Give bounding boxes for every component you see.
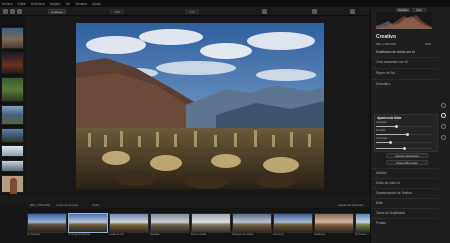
panel-section[interactable]: Estilo de color AI [376,181,400,185]
palette-icon[interactable] [441,113,446,118]
histogram [376,12,432,29]
file-meta: 3000 [425,42,432,46]
preset-label: AI Image Enhancer [68,233,91,236]
preset-title: Creativo [376,34,397,40]
divider [372,168,438,169]
section-title[interactable]: Apariencia Mate [377,116,401,120]
thumbnail[interactable] [1,160,24,172]
slider-label: Contraste [376,137,388,140]
slider-fill [376,142,390,143]
tab-adjustments-label: Ajustes [398,8,408,12]
zoom-level[interactable]: 100 [110,9,124,14]
preset-thumbnail[interactable] [273,213,313,233]
undo-icon[interactable] [312,9,317,14]
thumbnail[interactable] [1,52,24,74]
preset-thumbnail[interactable] [27,213,67,233]
menu-ayuda[interactable]: Ayuda [92,2,101,6]
bottom-bar [0,196,370,203]
library-icon[interactable] [3,9,8,14]
film-header-file: IMG_3758.DNG [30,203,51,207]
advanced-settings-label: Ajustes avanzados [395,153,419,158]
view-button[interactable]: Catálogo [48,9,67,14]
menu-bar: Archivo Editar Biblioteca Imagen Ver Ven… [0,0,450,7]
slider-label: Cantidad [376,121,387,124]
tab-histogram[interactable]: Histo [412,8,426,12]
thumbnail[interactable] [1,145,24,157]
view-button-label: Catálogo [51,9,64,14]
slider-knob[interactable] [389,141,392,144]
slider-fill [376,148,404,149]
thumbnail[interactable] [1,128,24,143]
slider-fill [376,126,396,127]
preset-label: Looks de sol [109,233,124,236]
thumbnail[interactable] [1,77,24,102]
file-name: IMG_3758.DNG [376,42,397,46]
settings-icon[interactable] [441,135,446,140]
preset-thumbnail[interactable] [150,213,190,233]
divider [372,198,438,199]
divider [372,188,438,189]
filter-dropdown[interactable]: Todos [92,203,99,207]
thumbnail[interactable] [1,175,24,194]
divider [372,57,438,58]
folder-icon[interactable] [17,9,22,14]
advanced-settings-button[interactable]: Ajustes avanzados [386,153,428,158]
portrait-figure [10,178,17,194]
favorites-dropdown[interactable]: Apariencia Favoritos [338,203,364,207]
thumbnail[interactable] [1,105,24,125]
thumbnail[interactable] [1,27,24,49]
slider-label: Fundido [376,129,386,132]
main-photo[interactable] [76,23,324,189]
layers-icon[interactable] [441,103,446,108]
preset-thumbnail[interactable] [232,213,272,233]
looks-dropdown[interactable]: Looks de Luminar [56,203,78,207]
panel-item[interactable]: Cielo avanzado con AI [376,60,408,64]
preset-label: Atardecer [314,233,326,236]
slider-knob[interactable] [403,147,406,150]
preset-label: Día de niebla [191,233,207,236]
slider-knob[interactable] [406,133,409,136]
preset-label: Nublado [150,233,160,236]
menu-archivo[interactable]: Archivo [2,2,13,6]
preset-thumbnail[interactable] [191,213,231,233]
panel-section[interactable]: Brillo [376,201,383,205]
new-matte-label: Nuevo filtro mate [396,160,418,165]
divider [372,208,438,209]
preset-label: Aventura [273,233,284,236]
landscape-image [76,23,324,189]
grid-icon[interactable] [10,9,15,14]
menu-biblioteca[interactable]: Biblioteca [31,2,45,6]
slider-knob[interactable] [395,125,398,128]
preset-thumbnail[interactable] [109,213,149,233]
divider [372,218,438,219]
left-thumbnail-strip [0,17,25,194]
slider-fill [376,134,407,135]
zoom-ratio[interactable]: 1:1 [185,9,199,14]
preset-label: Retoque de retrato [232,233,254,236]
panel-item[interactable]: Dramático [376,82,391,86]
preset-thumbnail[interactable] [68,213,108,233]
tab-histogram-label: Histo [415,8,423,12]
panel-section[interactable]: Tonos de Duplicidad [376,211,405,215]
layer-label: Sustitución de cielos con AI [376,50,415,54]
histogram-chart [376,15,432,29]
face-icon[interactable] [441,124,446,129]
panel-section[interactable]: Pelada [376,221,386,225]
divider [372,68,438,69]
preset-thumbnail[interactable] [314,213,354,233]
panel-item[interactable]: Rayos de Sol [376,71,395,75]
panel-section[interactable]: Mística [376,171,386,175]
divider [372,79,438,80]
menu-ventana[interactable]: Ventana [75,2,87,6]
menu-imagen[interactable]: Imagen [50,2,61,6]
preset-label: Lo Original [27,233,40,236]
compare-icon[interactable] [262,9,267,14]
divider [372,178,438,179]
tab-adjustments[interactable]: Ajustes [396,8,410,12]
export-icon[interactable] [350,9,355,14]
menu-ver[interactable]: Ver [65,2,70,6]
panel-section[interactable]: Superposición de Textura [376,191,412,195]
new-matte-button[interactable]: Nuevo filtro mate [386,160,428,165]
menu-editar[interactable]: Editar [18,2,26,6]
